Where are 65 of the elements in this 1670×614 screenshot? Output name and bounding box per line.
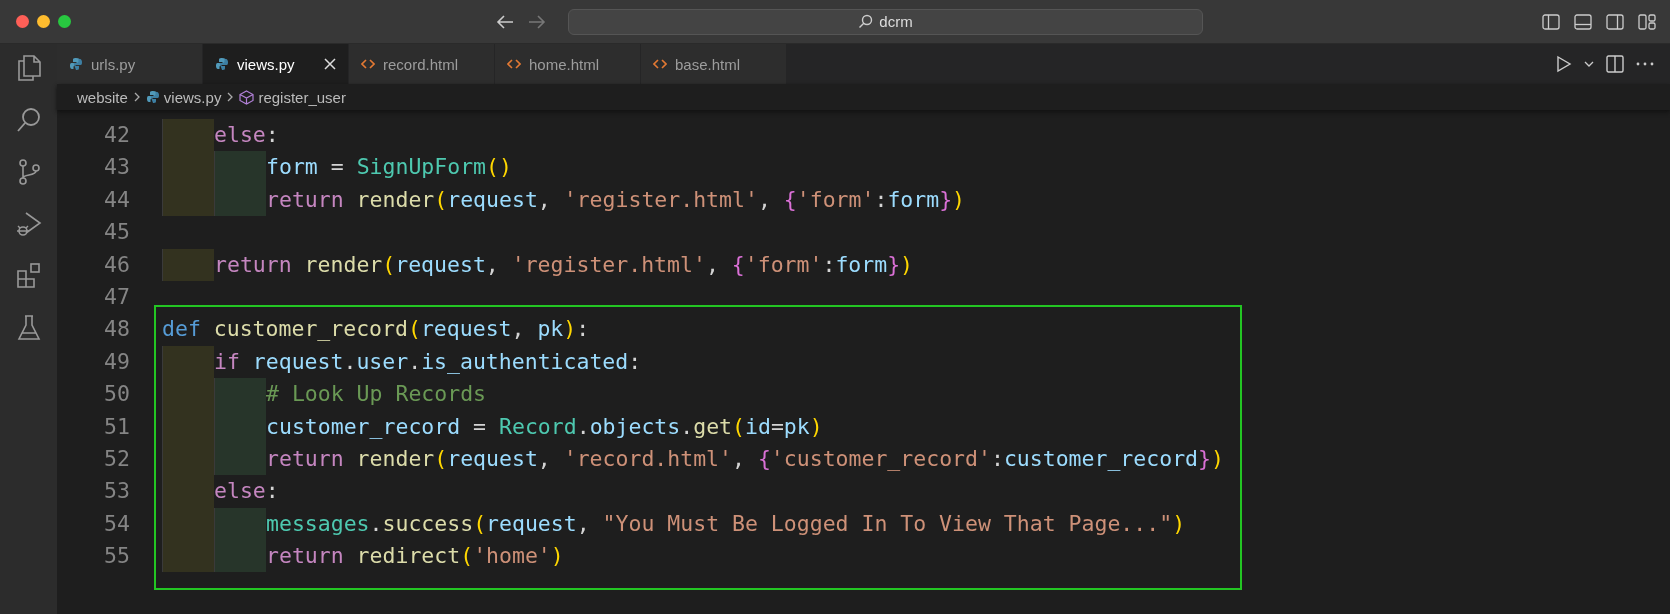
line-number: 51: [103, 412, 130, 441]
code-line: def customer_record(request, pk):: [162, 315, 590, 344]
close-icon[interactable]: [324, 58, 336, 70]
flask-icon[interactable]: [15, 314, 42, 342]
python-file-icon: [69, 57, 83, 71]
code-line: customer_record = Record.objects.get(id=pk): [162, 410, 823, 443]
line-number: 44: [103, 185, 130, 214]
back-arrow-icon[interactable]: [496, 13, 514, 30]
files-icon[interactable]: [15, 54, 42, 82]
line-number: 42: [103, 121, 130, 149]
line-number: 46: [103, 250, 130, 279]
forward-arrow-icon[interactable]: [528, 13, 546, 30]
code-line: return render(request, 'register.html', {'form':form}): [162, 183, 966, 217]
line-number: 52: [103, 444, 130, 473]
split-editor-icon[interactable]: [1606, 55, 1624, 73]
editor-tab[interactable]: home.html: [495, 44, 641, 84]
editor-tab[interactable]: record.html: [349, 44, 495, 84]
code-line: return redirect('home'): [162, 540, 564, 573]
code-brackets-icon: [361, 58, 375, 70]
customize-layout-icon[interactable]: [1638, 13, 1656, 30]
code-line: else:: [162, 119, 279, 152]
line-number: 50: [103, 380, 130, 409]
zoom-window-button[interactable]: [58, 15, 71, 28]
line-number: 47: [103, 282, 130, 311]
line-number: 48: [103, 315, 130, 344]
run-debug-icon[interactable]: [15, 210, 42, 238]
editor-tab[interactable]: views.py: [203, 44, 349, 84]
search-icon[interactable]: [15, 106, 42, 134]
code-line: # Look Up Records: [162, 378, 487, 411]
code-line: form = SignUpForm(): [162, 151, 512, 184]
code-line: messages.success(request, "You Must Be Logged In To View That Page..."): [162, 507, 1186, 541]
code-line: else:: [162, 475, 279, 508]
command-center-search-field[interactable]: dcrm: [568, 8, 1203, 35]
more-actions-icon[interactable]: [1636, 62, 1654, 66]
chevron-down-icon[interactable]: [1584, 60, 1594, 68]
extensions-icon[interactable]: [15, 262, 42, 290]
editor-tab[interactable]: urls.py: [57, 44, 203, 84]
python-file-icon: [215, 57, 229, 71]
chevron-right-icon: [132, 91, 141, 103]
line-number: 49: [103, 347, 130, 376]
cube-icon: [239, 89, 255, 105]
line-number: 55: [103, 542, 130, 571]
panel-layout-icon[interactable]: [1574, 13, 1592, 30]
run-icon[interactable]: [1556, 55, 1572, 73]
editor-tab[interactable]: base.html: [641, 44, 787, 84]
line-number: 53: [103, 477, 130, 506]
close-window-button[interactable]: [16, 15, 29, 28]
code-brackets-icon: [653, 58, 667, 70]
sidebar-layout-icon[interactable]: [1542, 13, 1560, 30]
code-line: return render(request, 'record.html', {'customer_record':customer_record}): [162, 442, 1224, 476]
breadcrumb-item[interactable]: website: [77, 88, 128, 106]
line-number: 54: [103, 509, 130, 538]
minimize-window-button[interactable]: [37, 15, 50, 28]
line-number: 43: [103, 153, 130, 182]
code-line: if request.user.is_authenticated:: [162, 345, 642, 379]
search-text: dcrm: [879, 13, 913, 30]
python-file-icon: [145, 90, 160, 104]
code-brackets-icon: [507, 58, 521, 70]
chevron-right-icon: [226, 91, 235, 103]
breadcrumb-item[interactable]: register_user: [239, 88, 346, 106]
secondary-sidebar-layout-icon[interactable]: [1606, 13, 1624, 30]
line-number: 45: [103, 218, 130, 247]
breadcrumb-item[interactable]: views.py: [145, 88, 222, 106]
search-icon: [858, 14, 874, 29]
code-line: return render(request, 'register.html', {'form':form}): [162, 248, 914, 281]
